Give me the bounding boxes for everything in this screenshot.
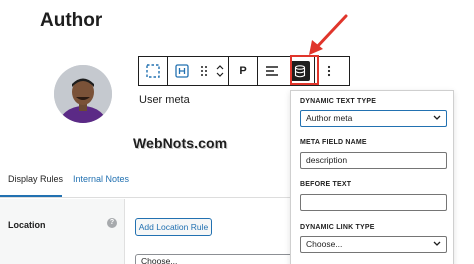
chevron-down-icon [433,115,441,120]
settings-tabs: Display Rules Internal Notes [0,160,295,198]
dynamic-link-type-select[interactable]: Choose... [300,236,447,253]
select-parent-button[interactable] [139,57,167,85]
chevron-down-icon [433,241,441,246]
toolbar-group-align [258,57,315,85]
meta-field-name-input[interactable]: description [300,152,447,169]
add-location-rule-button[interactable]: Add Location Rule [135,218,212,236]
location-sidebar: Location ? [0,199,125,264]
tab-internal-notes[interactable]: Internal Notes [73,174,129,184]
align-button[interactable] [258,57,286,85]
align-icon [266,66,278,76]
pointer-arrow-icon [309,14,348,55]
location-choose-select[interactable]: Choose... [135,254,295,264]
move-arrows-icon [216,65,224,77]
location-label: Location [8,220,46,230]
toolbar-group-transform: P [229,57,258,85]
dynamic-text-type-value: Author meta [306,113,353,123]
move-arrows-button[interactable] [212,57,228,85]
watermark: WebNots.com [133,135,228,151]
before-text-input[interactable] [300,194,447,211]
paragraph-button[interactable]: P [229,57,257,85]
toolbar-group-parent [139,57,168,85]
author-avatar [54,65,112,123]
heading-block-icon [175,64,189,78]
dynamic-text-type-label: DYNAMIC TEXT TYPE [300,98,377,105]
help-icon[interactable]: ? [107,218,117,228]
tab-display-rules[interactable]: Display Rules [8,174,63,184]
dynamic-data-button-bg [290,61,310,81]
select-parent-icon [146,64,160,78]
before-text-label: BEFORE TEXT [300,181,352,188]
page-title: Author [40,10,103,31]
drag-handle-icon [201,66,207,76]
block-type-button[interactable] [168,57,196,85]
more-options-button[interactable] [315,57,343,85]
meta-field-name-label: META FIELD NAME [300,139,367,146]
drag-handle-button[interactable] [196,57,212,85]
block-toolbar: P [138,56,350,86]
dynamic-text-popover: DYNAMIC TEXT TYPE Author meta META FIELD… [290,90,454,264]
dynamic-link-type-value: Choose... [306,239,343,249]
user-meta-text[interactable]: User meta [139,94,190,106]
avatar-photo [54,65,112,123]
dynamic-data-icon [294,64,306,77]
dynamic-text-type-select[interactable]: Author meta [300,110,447,127]
dynamic-data-button[interactable] [286,57,314,85]
toolbar-group-more [315,57,343,85]
more-options-icon [327,65,331,77]
dynamic-link-type-label: DYNAMIC LINK TYPE [300,224,375,231]
active-tab-indicator [0,195,62,197]
toolbar-group-block [168,57,229,85]
